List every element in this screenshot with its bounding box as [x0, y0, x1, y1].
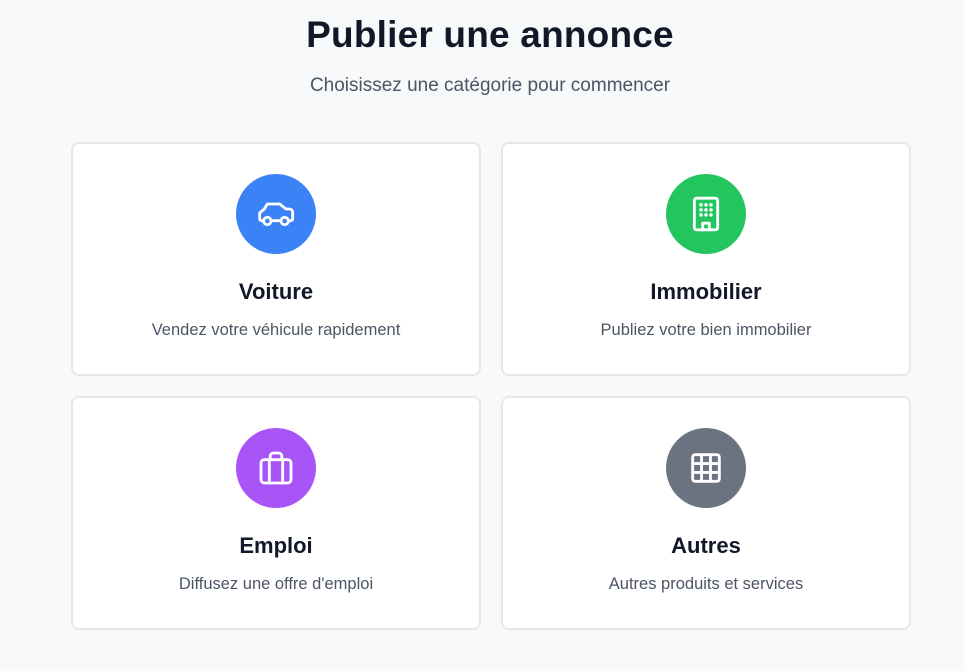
category-description: Publiez votre bien immobilier — [600, 321, 812, 339]
category-description: Autres produits et services — [608, 575, 804, 593]
category-description: Diffusez une offre d'emploi — [178, 575, 374, 593]
page-title: Publier une annonce — [306, 14, 674, 55]
page: Publier une annonce Choisissez une catég… — [0, 0, 964, 671]
category-card-voiture[interactable]: Voiture Vendez votre véhicule rapidement — [71, 142, 481, 376]
category-title: Autres — [671, 533, 741, 558]
page-subtitle: Choisissez une catégorie pour commencer — [309, 75, 671, 96]
grid-icon — [666, 428, 746, 508]
building-icon — [666, 174, 746, 254]
category-card-autres[interactable]: Autres Autres produits et services — [501, 396, 911, 630]
category-title: Voiture — [238, 279, 314, 304]
category-grid: Voiture Vendez votre véhicule rapidement… — [71, 142, 911, 630]
category-card-immobilier[interactable]: Immobilier Publiez votre bien immobilier — [501, 142, 911, 376]
car-icon — [236, 174, 316, 254]
category-title: Immobilier — [650, 279, 762, 304]
category-description: Vendez votre véhicule rapidement — [151, 321, 401, 339]
briefcase-icon — [236, 428, 316, 508]
category-card-emploi[interactable]: Emploi Diffusez une offre d'emploi — [71, 396, 481, 630]
category-title: Emploi — [239, 533, 313, 558]
